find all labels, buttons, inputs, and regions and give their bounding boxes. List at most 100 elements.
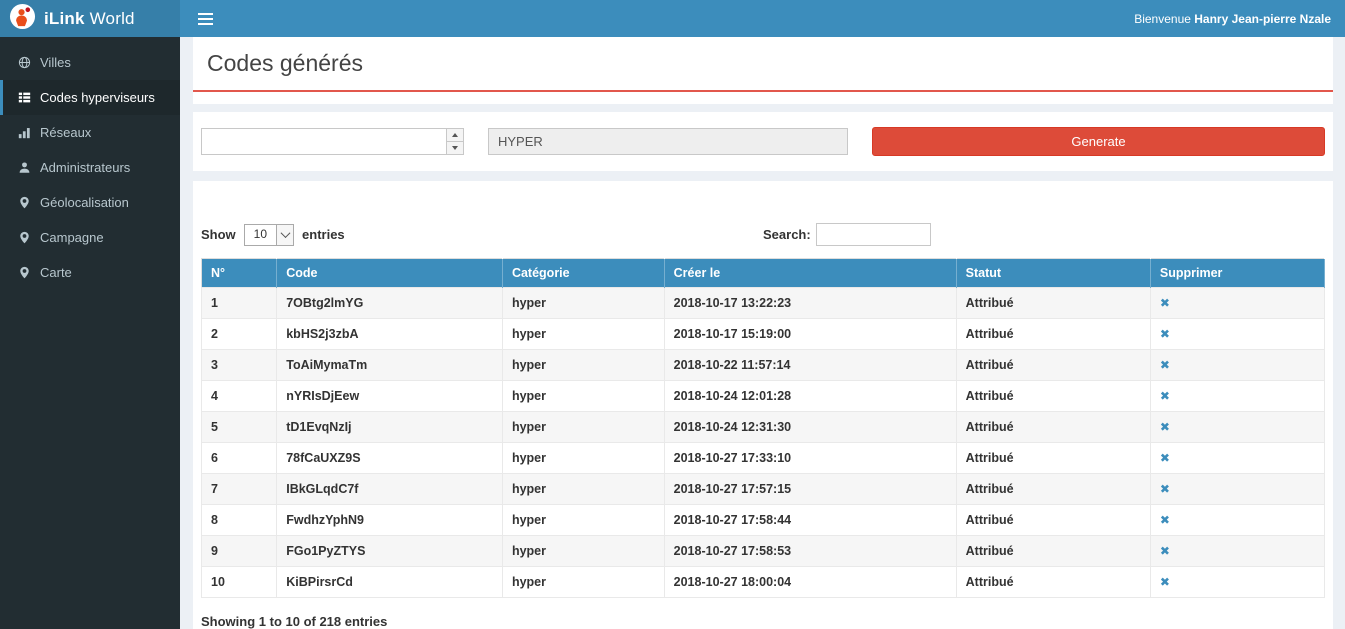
cell-created: 2018-10-17 15:19:00 xyxy=(664,319,956,350)
cell-category: hyper xyxy=(502,536,664,567)
cell-num: 9 xyxy=(202,536,277,567)
cell-num: 1 xyxy=(202,288,277,319)
cell-delete: ✖ xyxy=(1150,474,1324,505)
cell-code: FGo1PyZTYS xyxy=(277,536,503,567)
map-marker-icon xyxy=(17,231,31,244)
delete-icon[interactable]: ✖ xyxy=(1160,575,1170,589)
cell-status: Attribué xyxy=(956,567,1150,598)
table-footer: Showing 1 to 10 of 218 entries Previous1… xyxy=(201,614,1325,629)
sidebar-item-label: Codes hyperviseurs xyxy=(40,90,155,105)
chevron-down-icon xyxy=(276,225,293,245)
cell-status: Attribué xyxy=(956,505,1150,536)
user-icon xyxy=(17,161,31,174)
cell-created: 2018-10-24 12:31:30 xyxy=(664,412,956,443)
cell-code: IBkGLqdC7f xyxy=(277,474,503,505)
quantity-input-wrap xyxy=(201,128,464,155)
table-controls: Show 10 entries Search: xyxy=(201,223,1325,246)
delete-icon[interactable]: ✖ xyxy=(1160,513,1170,527)
globe-icon xyxy=(17,56,31,69)
cell-code: ToAiMymaTm xyxy=(277,350,503,381)
cell-delete: ✖ xyxy=(1150,567,1324,598)
table-row: 17OBtg2lmYGhyper2018-10-17 13:22:23Attri… xyxy=(202,288,1325,319)
column-header-categorie[interactable]: Catégorie xyxy=(502,259,664,288)
entries-label: entries xyxy=(302,227,345,242)
search-input[interactable] xyxy=(816,223,931,246)
category-input[interactable] xyxy=(488,128,848,155)
sidebar-item-campagne[interactable]: Campagne xyxy=(0,220,180,255)
page-length-value: 10 xyxy=(245,225,276,245)
delete-icon[interactable]: ✖ xyxy=(1160,482,1170,496)
sidebar-item-administrateurs[interactable]: Administrateurs xyxy=(0,150,180,185)
table-row: 7IBkGLqdC7fhyper2018-10-27 17:57:15Attri… xyxy=(202,474,1325,505)
cell-num: 7 xyxy=(202,474,277,505)
sidebar-item-carte[interactable]: Carte xyxy=(0,255,180,290)
table-row: 8FwdhzYphN9hyper2018-10-27 17:58:44Attri… xyxy=(202,505,1325,536)
cell-created: 2018-10-27 18:00:04 xyxy=(664,567,956,598)
cell-code: nYRIsDjEew xyxy=(277,381,503,412)
column-header-n[interactable]: N° xyxy=(202,259,277,288)
sidebar-menu: Villes Codes hyperviseurs Réseaux Administr… xyxy=(0,37,180,290)
brand-title-light: World xyxy=(90,9,135,28)
delete-icon[interactable]: ✖ xyxy=(1160,544,1170,558)
cell-created: 2018-10-27 17:58:53 xyxy=(664,536,956,567)
sidebar-item-geolocalisation[interactable]: Géolocalisation xyxy=(0,185,180,220)
delete-icon[interactable]: ✖ xyxy=(1160,358,1170,372)
sidebar-item-codes-hyperviseurs[interactable]: Codes hyperviseurs xyxy=(0,80,180,115)
page-title: Codes générés xyxy=(193,50,1333,77)
generate-button[interactable]: Generate xyxy=(872,127,1325,156)
column-header-supprimer[interactable]: Supprimer xyxy=(1150,259,1324,288)
cell-status: Attribué xyxy=(956,288,1150,319)
number-spinner-buttons[interactable] xyxy=(446,129,463,154)
title-divider xyxy=(193,90,1333,92)
table-info: Showing 1 to 10 of 218 entries xyxy=(201,614,1325,629)
cell-delete: ✖ xyxy=(1150,350,1324,381)
brand-title: iLink World xyxy=(44,9,135,29)
table-row: 5tD1EvqNzIjhyper2018-10-24 12:31:30Attri… xyxy=(202,412,1325,443)
delete-icon[interactable]: ✖ xyxy=(1160,327,1170,341)
spinner-up-icon[interactable] xyxy=(447,129,463,142)
delete-icon[interactable]: ✖ xyxy=(1160,451,1170,465)
map-marker-icon xyxy=(17,196,31,209)
brand-title-bold: iLink xyxy=(44,9,85,28)
cell-code: tD1EvqNzIj xyxy=(277,412,503,443)
delete-icon[interactable]: ✖ xyxy=(1160,296,1170,310)
column-header-code[interactable]: Code xyxy=(277,259,503,288)
sidebar-toggle-button[interactable] xyxy=(194,9,217,29)
quantity-input[interactable] xyxy=(202,129,463,154)
show-label: Show xyxy=(201,227,236,242)
delete-icon[interactable]: ✖ xyxy=(1160,389,1170,403)
sidebar-item-villes[interactable]: Villes xyxy=(0,45,180,80)
cell-delete: ✖ xyxy=(1150,288,1324,319)
cell-delete: ✖ xyxy=(1150,443,1324,474)
sidebar-item-label: Villes xyxy=(40,55,71,70)
cell-status: Attribué xyxy=(956,443,1150,474)
cell-delete: ✖ xyxy=(1150,536,1324,567)
cell-code: 78fCaUXZ9S xyxy=(277,443,503,474)
cell-num: 4 xyxy=(202,381,277,412)
main-content: Codes générés Generate Show 10 entries S… xyxy=(180,0,1345,629)
user-name: Hanry Jean-pierre Nzale xyxy=(1194,12,1331,26)
sidebar-item-label: Carte xyxy=(40,265,72,280)
cell-created: 2018-10-22 11:57:14 xyxy=(664,350,956,381)
sidebar-item-label: Administrateurs xyxy=(40,160,130,175)
page-length-control: Show 10 entries xyxy=(201,224,763,246)
brand[interactable]: iLink World xyxy=(0,0,180,37)
cell-category: hyper xyxy=(502,567,664,598)
cell-status: Attribué xyxy=(956,536,1150,567)
cell-category: hyper xyxy=(502,319,664,350)
delete-icon[interactable]: ✖ xyxy=(1160,420,1170,434)
table-header-row: N°CodeCatégorieCréer leStatutSupprimer xyxy=(202,259,1325,288)
search-label: Search: xyxy=(763,227,811,242)
cell-status: Attribué xyxy=(956,474,1150,505)
column-header-creer-le[interactable]: Créer le xyxy=(664,259,956,288)
cell-num: 5 xyxy=(202,412,277,443)
cell-num: 2 xyxy=(202,319,277,350)
cell-code: 7OBtg2lmYG xyxy=(277,288,503,319)
table-row: 9FGo1PyZTYShyper2018-10-27 17:58:53Attri… xyxy=(202,536,1325,567)
page-length-select[interactable]: 10 xyxy=(244,224,294,246)
spinner-down-icon[interactable] xyxy=(447,142,463,154)
sidebar-item-reseaux[interactable]: Réseaux xyxy=(0,115,180,150)
cell-category: hyper xyxy=(502,443,664,474)
list-icon xyxy=(17,91,31,104)
column-header-statut[interactable]: Statut xyxy=(956,259,1150,288)
